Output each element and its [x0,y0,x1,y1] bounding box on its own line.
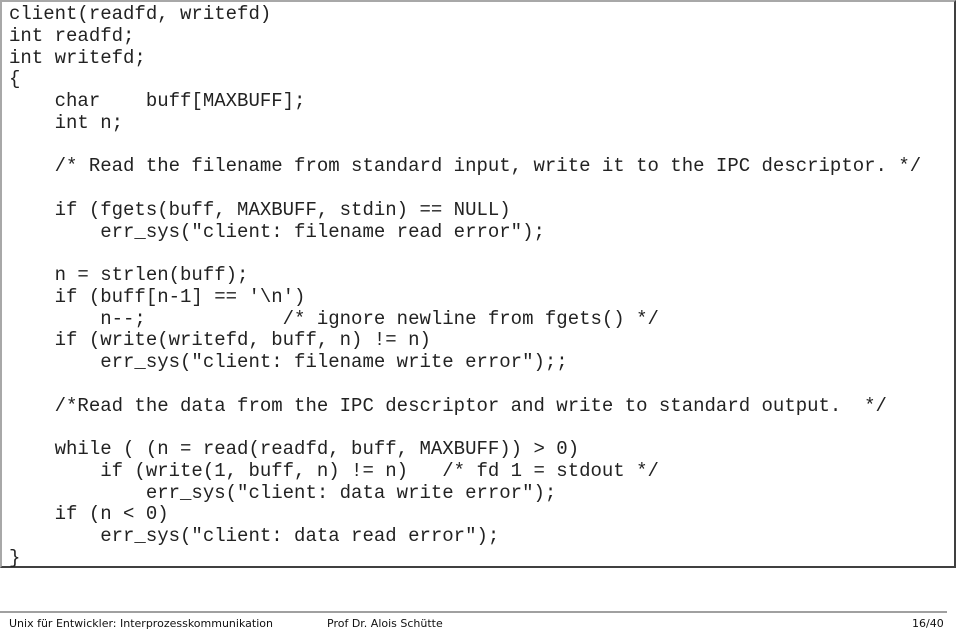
footer-page-number: 16/40 [912,617,944,630]
code-comment-line: /*Read the data from the IPC descriptor … [9,394,887,417]
footer-author: Prof Dr. Alois Schütte [327,617,443,630]
code-line: err_sys("client: filename write error");… [9,351,568,373]
code-line: if (buff[n-1] == '\n') [9,285,306,308]
code-line: client(readfd, writefd) [9,3,272,25]
code-line: } [9,546,21,569]
code-comment-line: /* Read the filename from standard input… [9,155,922,178]
code-line: err_sys("client: data write error"); [9,481,557,504]
footer-course-title: Unix für Entwickler: Interprozesskommuni… [9,617,273,630]
footer-divider [0,611,947,613]
code-line: if (write(writefd, buff, n) != n) [9,329,431,352]
code-line: int writefd; [9,46,146,69]
code-line: while ( (n = read(readfd, buff, MAXBUFF)… [9,438,580,460]
code-listing: client(readfd, writefd) int readfd; int wr… [9,3,922,570]
code-line: err_sys("client: filename read error"); [9,220,545,243]
code-line: err_sys("client: data read error"); [9,525,500,547]
code-line: if (write(1, buff, n) != n) /* fd 1 = st… [9,459,659,482]
code-line: char buff[MAXBUFF]; [9,90,306,112]
code-line: if (n < 0) [9,503,169,526]
code-line: if (fgets(buff, MAXBUFF, stdin) == NULL) [9,198,511,221]
code-line: { [9,68,21,91]
code-listing-box: client(readfd, writefd) int readfd; int wr… [0,0,956,570]
code-line: int n; [9,111,124,134]
code-line: int readfd; [9,24,135,47]
code-line: n = strlen(buff); [9,264,249,286]
code-line: n--; /* ignore newline from fgets() */ [9,307,659,330]
